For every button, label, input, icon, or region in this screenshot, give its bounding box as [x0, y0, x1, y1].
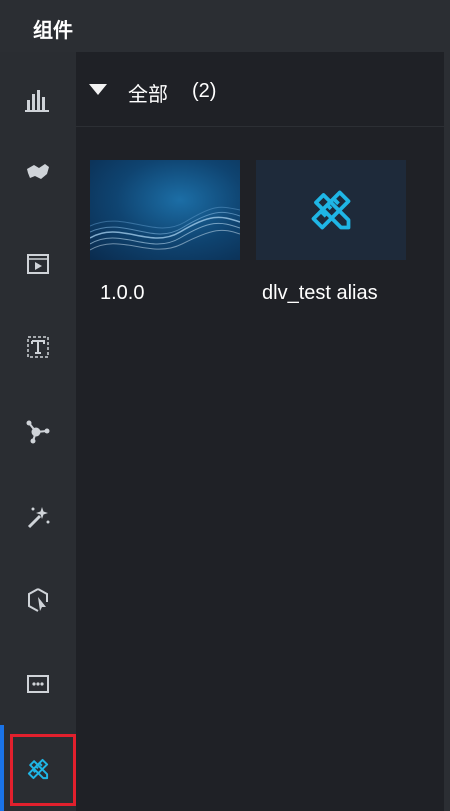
sidebar-item-highlight	[10, 734, 76, 806]
caret-down-icon[interactable]	[89, 84, 107, 95]
text-icon	[27, 336, 49, 358]
component-card-label: 1.0.0	[100, 282, 145, 304]
panel-title: 组件	[33, 18, 73, 42]
sidebar-item-media[interactable]	[0, 222, 76, 306]
bar-chart-icon	[25, 90, 49, 112]
component-card-thumbnail[interactable]	[256, 160, 406, 260]
group-label: 全部	[128, 82, 168, 106]
relation-network-icon	[26, 420, 50, 444]
group-count: (2)	[192, 80, 217, 102]
map-icon	[27, 164, 49, 179]
pencil-ruler-icon	[311, 190, 351, 230]
sidebar-item-text[interactable]	[0, 305, 76, 389]
sidebar-item-relations[interactable]	[0, 389, 76, 473]
component-card-thumbnail[interactable]	[90, 160, 240, 260]
component-card-label: dlv_test alias	[262, 282, 378, 304]
blue-wave-image	[90, 206, 240, 251]
magic-wand-icon	[27, 507, 50, 529]
sidebar-item-effects[interactable]	[0, 475, 76, 559]
sidebar-item-maps[interactable]	[0, 130, 76, 214]
right-edge	[444, 0, 450, 811]
sidebar-item-more[interactable]	[0, 642, 76, 726]
interaction-cursor-icon	[28, 588, 48, 612]
panel-header: 组件	[0, 0, 450, 52]
more-icon	[27, 675, 49, 693]
sidebar-item-interaction[interactable]	[0, 558, 76, 642]
media-icon	[27, 254, 49, 274]
